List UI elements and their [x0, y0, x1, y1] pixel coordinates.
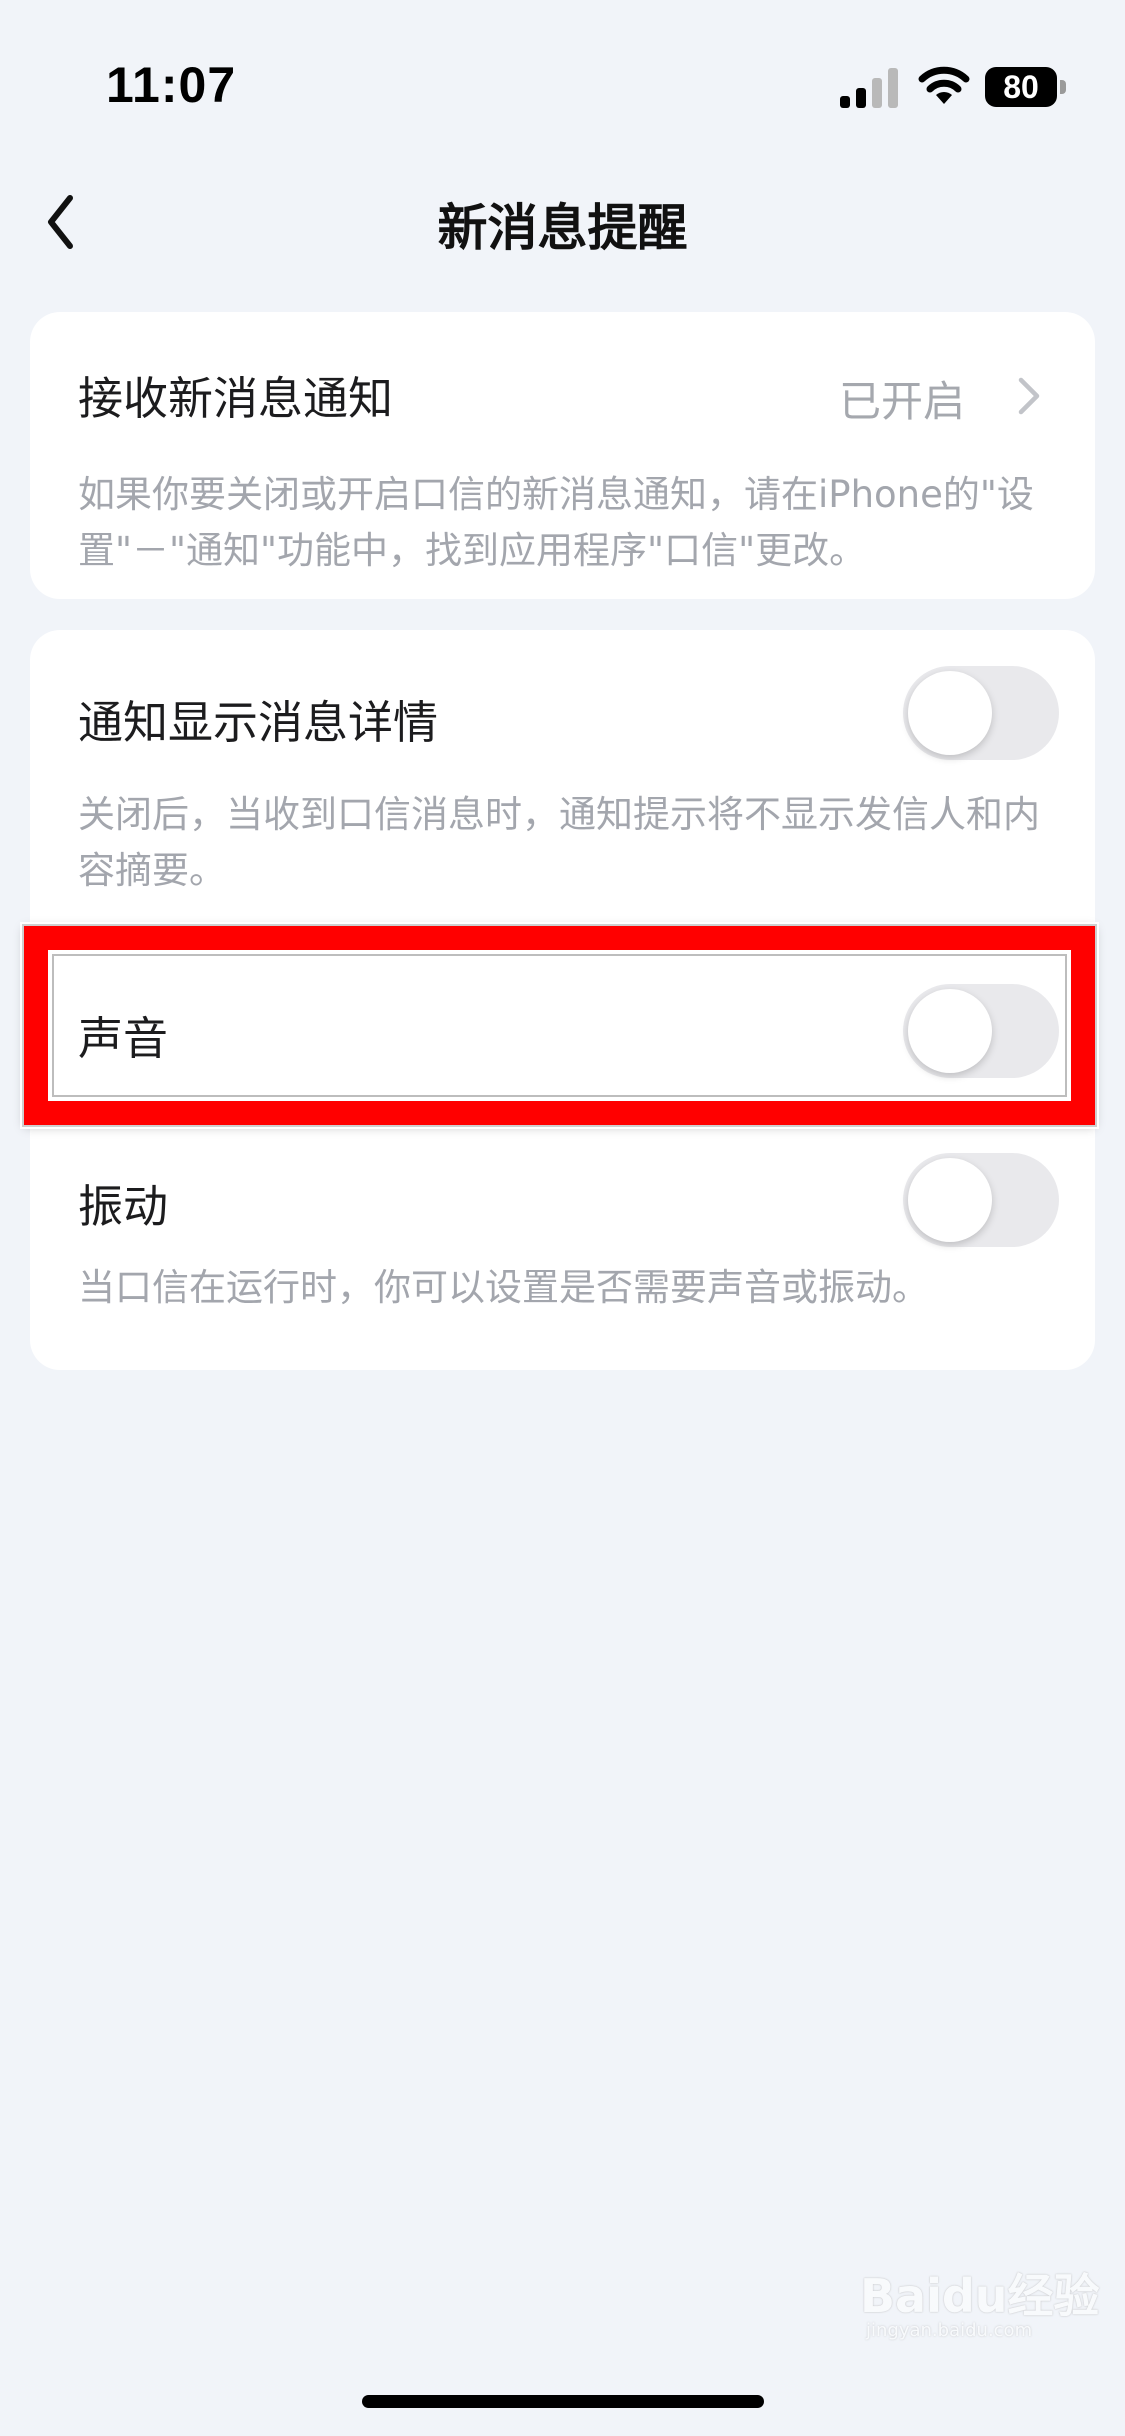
watermark-text: Baidu经验: [860, 2269, 1100, 2323]
toggle-knob: [908, 671, 992, 755]
show-details-toggle[interactable]: [903, 666, 1059, 760]
receive-notifications-status: 已开启: [838, 377, 965, 426]
vibration-toggle[interactable]: [903, 1153, 1059, 1247]
receive-notifications-row[interactable]: 接收新消息通知: [78, 362, 393, 427]
status-time: 11:07: [106, 57, 237, 113]
battery-cap: [1060, 80, 1066, 94]
wifi-icon: [918, 66, 970, 104]
status-bar: 11:07 80: [0, 0, 1125, 130]
signal-icon: [840, 68, 898, 108]
sound-label: 声音: [78, 1012, 169, 1065]
watermark-sub: jingyan.baidu.com: [866, 2320, 1033, 2341]
toggle-knob: [908, 1158, 992, 1242]
sound-toggle[interactable]: [903, 984, 1059, 1078]
vibration-label: 振动: [78, 1180, 169, 1233]
show-details-description: 关闭后，当收到口信消息时，通知提示将不显示发信人和内容摘要。: [78, 793, 1040, 892]
nav-bar: 新消息提醒: [0, 160, 1125, 270]
show-details-label: 通知显示消息详情: [78, 696, 439, 749]
receive-notifications-card: 接收新消息通知 已开启 如果你要关闭或开启口信的新消息通知，请在iPhone的"…: [30, 312, 1095, 599]
baidu-watermark: Baidu经验 jingyan.baidu.com: [860, 2230, 1100, 2360]
vibration-description: 当口信在运行时，你可以设置是否需要声音或振动。: [78, 1266, 929, 1309]
toggle-knob: [908, 989, 992, 1073]
notification-settings-card: 通知显示消息详情 关闭后，当收到口信消息时，通知提示将不显示发信人和内容摘要。 …: [30, 630, 1095, 1370]
home-indicator: [362, 2395, 764, 2408]
battery-icon: 80: [985, 67, 1067, 107]
page-title: 新消息提醒: [437, 199, 688, 257]
battery-level: 80: [1003, 69, 1039, 105]
chevron-right-icon[interactable]: [1013, 372, 1043, 420]
receive-notifications-description: 如果你要关闭或开启口信的新消息通知，请在iPhone的"设置"－"通知"功能中，…: [78, 473, 1034, 572]
